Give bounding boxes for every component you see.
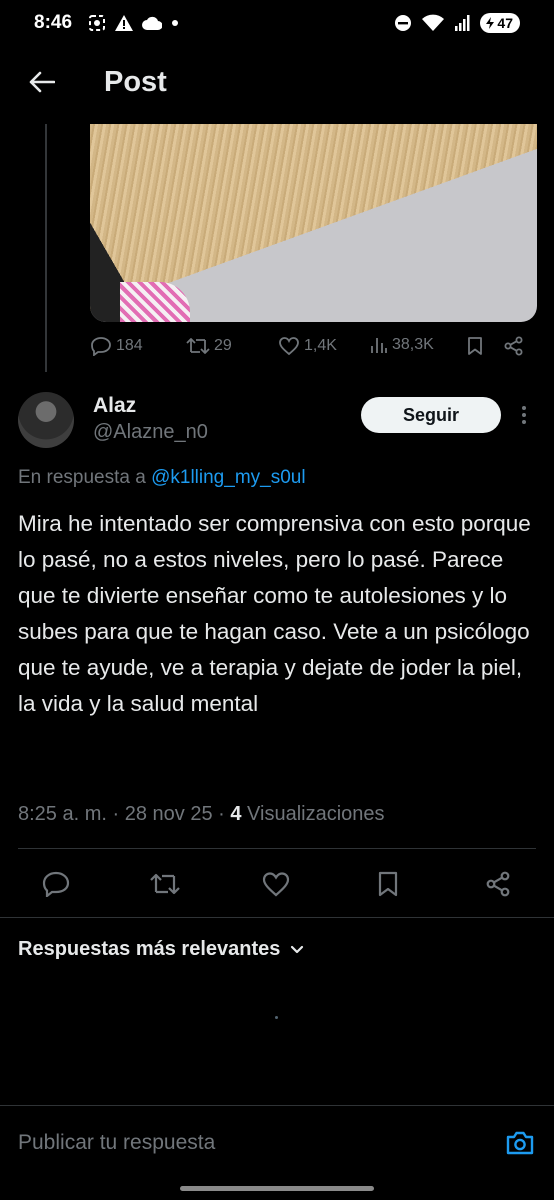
replies-sort-dropdown[interactable]: Respuestas más relevantes [18, 938, 304, 961]
meta-separator: · [112, 803, 125, 825]
cloud-icon [142, 16, 162, 30]
previous-tweet-metrics: 184 29 1,4K 38,3K [90, 336, 530, 362]
reply-context: En respuesta a @k1lling_my_s0ul [18, 467, 306, 489]
battery-level: 47 [497, 15, 513, 31]
reply-prefix: En respuesta a [18, 467, 146, 488]
status-right-icons: 47 [394, 13, 520, 33]
wifi-icon [422, 14, 445, 32]
reply-button[interactable] [40, 868, 72, 900]
author-name[interactable]: Alaz [93, 394, 136, 418]
repost-icon [186, 338, 210, 354]
status-bar: 8:46 47 [0, 0, 554, 48]
repost-icon [150, 873, 180, 895]
heart-icon [279, 337, 299, 356]
media-detail [120, 282, 190, 322]
share-icon [486, 871, 510, 897]
reply-icon [91, 337, 111, 356]
tweet-date[interactable]: 28 nov 25 [125, 803, 213, 825]
screenshot-icon [88, 14, 106, 32]
more-options-button[interactable] [514, 402, 534, 428]
like-button[interactable] [260, 868, 292, 900]
share-button[interactable] [504, 336, 524, 356]
views-icon [371, 338, 387, 353]
repost-metric[interactable]: 29 [186, 336, 232, 356]
reply-mention-link[interactable]: @k1lling_my_s0ul [151, 467, 305, 488]
home-indicator [180, 1186, 374, 1191]
battery-icon: 47 [480, 13, 520, 33]
share-icon [504, 336, 523, 356]
bookmark-button[interactable] [466, 336, 484, 356]
alert-icon [115, 15, 133, 31]
loading-indicator [275, 1016, 278, 1019]
views-count: 38,3K [392, 336, 434, 353]
reply-input[interactable] [18, 1128, 468, 1158]
avatar[interactable] [18, 392, 74, 448]
reply-metric[interactable]: 184 [90, 336, 143, 356]
bookmark-icon [468, 337, 482, 355]
dnd-icon [394, 14, 412, 32]
meta-separator: · [218, 803, 231, 825]
views-label: Visualizaciones [247, 803, 385, 825]
arrow-left-icon [29, 71, 55, 93]
tweet-actions [0, 860, 554, 906]
camera-button[interactable] [504, 1128, 536, 1158]
replies-sort-label: Respuestas más relevantes [18, 938, 281, 960]
page-title: Post [104, 66, 167, 98]
reply-icon [42, 871, 70, 897]
views-metric[interactable]: 38,3K [370, 336, 434, 354]
chevron-down-icon [291, 945, 304, 953]
tweet-text: Mira he intentado ser comprensiva con es… [18, 511, 531, 716]
bookmark-icon [378, 871, 398, 897]
follow-button[interactable]: Seguir [361, 397, 501, 433]
repost-button[interactable] [149, 868, 181, 900]
divider [0, 917, 554, 918]
more-vertical-icon [522, 406, 526, 424]
status-time: 8:46 [34, 12, 73, 33]
author-handle[interactable]: @Alazne_n0 [93, 421, 208, 444]
thread-line [45, 124, 47, 372]
status-left-icons [88, 14, 179, 32]
tweet-media-image[interactable] [90, 124, 537, 322]
share-button[interactable] [482, 868, 514, 900]
camera-icon [506, 1131, 534, 1155]
divider [18, 848, 536, 849]
heart-icon [262, 872, 290, 897]
like-metric[interactable]: 1,4K [278, 336, 337, 356]
back-button[interactable] [24, 64, 60, 100]
like-count: 1,4K [304, 337, 337, 354]
reply-count: 184 [116, 337, 143, 354]
repost-count: 29 [214, 337, 232, 354]
bookmark-button[interactable] [372, 868, 404, 900]
tweet-meta: 8:25 a. m. · 28 nov 25 · 4 Visualizacion… [18, 803, 385, 826]
signal-icon [454, 15, 470, 31]
dot-icon [171, 19, 179, 27]
view-count[interactable]: 4 [230, 803, 241, 825]
tweet-time[interactable]: 8:25 a. m. [18, 803, 107, 825]
